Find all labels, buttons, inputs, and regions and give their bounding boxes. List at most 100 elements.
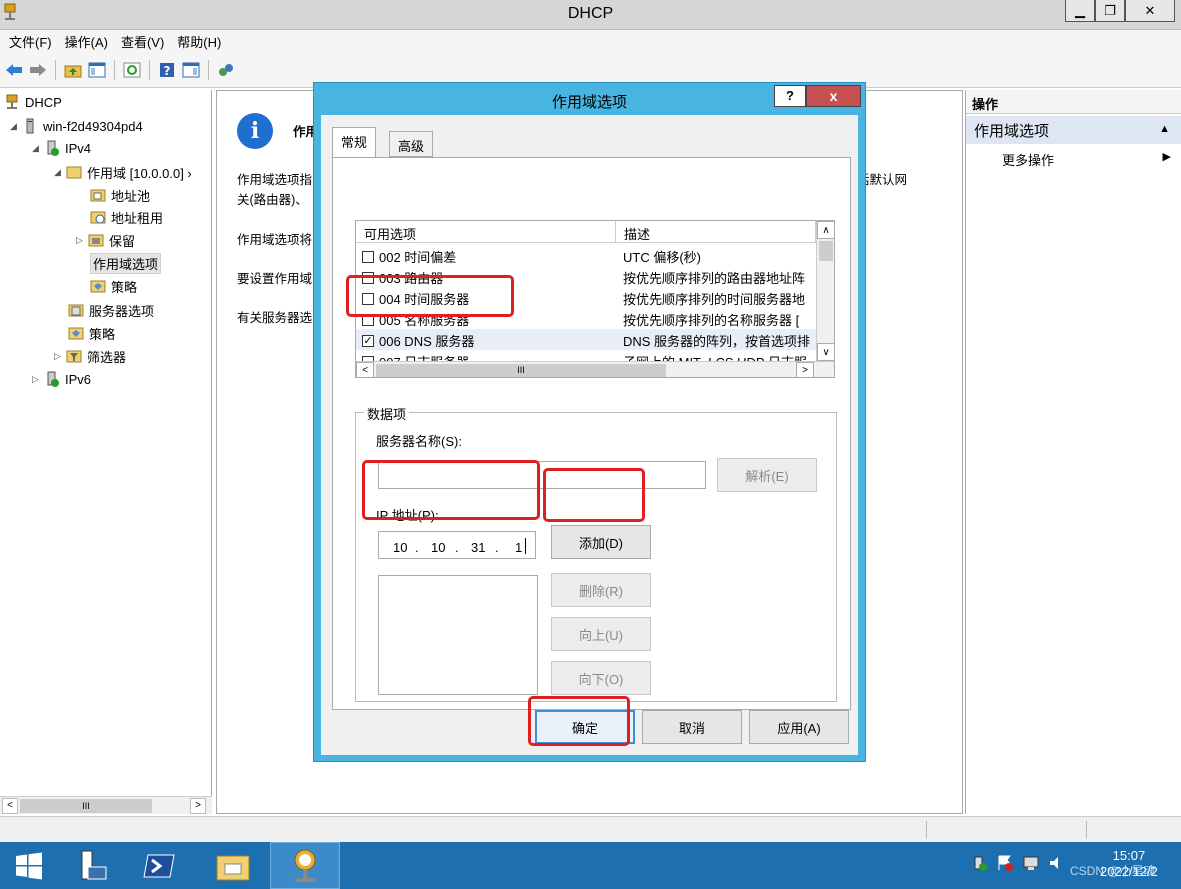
tab-general[interactable]: 常规 [332,127,377,157]
move-up-button[interactable]: 向上(U) [551,617,651,651]
window-title: DHCP [567,5,614,22]
scroll-thumb[interactable]: III [20,799,152,813]
reservation-icon [88,232,104,248]
column-header-description[interactable]: 描述 [616,221,816,243]
help-button[interactable]: ? [157,60,177,80]
menu-view[interactable]: 查看(V) [121,32,164,51]
tree-node-ipv4[interactable]: ◢ IPv4 [32,138,91,158]
column-header-available-options[interactable]: 可用选项 [356,221,616,243]
option-row[interactable]: 002 时间偏差 UTC 偏移(秒) [356,245,816,266]
tree-node-filters[interactable]: ▷ 筛选器 [54,346,126,366]
tree-node-server[interactable]: ◢ win-f2d49304pd4 [10,116,143,136]
back-button[interactable] [4,60,24,80]
option-checkbox[interactable] [362,250,374,263]
ok-button[interactable]: 确定 [535,710,635,744]
show-tree-button[interactable] [87,60,107,80]
minimize-icon: ▁ [1075,2,1085,18]
expanded-arrow-icon[interactable]: ◢ [10,121,22,132]
taskbar-powershell[interactable] [130,842,188,889]
option-row[interactable]: 004 时间服务器 按优先顺序排列的时间服务器地 [356,287,816,308]
option-checkbox[interactable] [362,313,374,326]
collapsed-arrow-icon[interactable]: ▷ [32,374,44,385]
ip-address-input[interactable]: 10 . 10 . 31 . 1 [378,531,536,559]
collapse-triangle-icon[interactable]: ▲ [1159,123,1170,135]
minimize-button[interactable]: ▁ [1065,0,1095,22]
collapsed-arrow-icon[interactable]: ▷ [54,351,66,362]
tree-label: IPv6 [65,371,92,387]
tree-node-scope[interactable]: ◢ 作用域 [10.0.0.0] › [54,162,192,182]
scroll-left-icon[interactable]: < [2,798,18,814]
ip-address-list[interactable] [378,575,538,695]
apply-button[interactable]: 应用(A) [749,710,849,744]
tray-flag-icon[interactable] [996,854,1014,872]
server-name-input[interactable] [378,461,706,489]
dialog-close-button[interactable]: x [806,85,861,107]
option-row[interactable]: 007 日志服务器 子网上的 MIT_LCS UDP 日志服 [356,350,816,361]
tree-node-reservations[interactable]: ▷ 保留 [76,230,135,250]
start-button[interactable] [0,842,58,889]
scroll-thumb[interactable] [819,241,833,261]
actions-section-scope-options[interactable]: 作用域选项 ▲ [966,116,1181,144]
tree-node-policies[interactable]: 策略 [68,323,115,343]
close-window-button[interactable]: ✕ [1125,0,1175,22]
dialog-help-button[interactable]: ? [774,85,806,107]
taskbar-dhcp[interactable] [270,842,340,889]
scroll-thumb[interactable]: III [376,364,666,377]
ip-octet-2: 10 [431,540,446,555]
tray-volume-icon[interactable] [1048,854,1066,872]
title-bar: DHCP ▁ ❐ ✕ [0,0,1181,30]
tree-node-scope-policies[interactable]: 策略 [90,276,137,296]
scroll-right-icon[interactable]: > [796,362,814,377]
option-checkbox[interactable] [362,271,374,284]
options-horizontal-scrollbar[interactable]: < III > [356,361,834,377]
resolve-button[interactable]: 解析(E) [717,458,817,492]
tree-node-ipv6[interactable]: ▷ IPv6 [32,369,91,389]
expanded-arrow-icon[interactable]: ◢ [32,143,44,154]
tray-network-icon[interactable] [970,854,988,872]
submenu-arrow-icon[interactable]: ▶ [1163,150,1171,163]
scroll-up-icon[interactable]: ∧ [817,221,834,239]
expanded-arrow-icon[interactable]: ◢ [54,167,66,178]
tree-node-address-pool[interactable]: 地址池 [90,185,150,205]
general-tab-panel: 可用选项 描述 002 时间偏差 UTC 偏移(秒) 003 路由器 按优先顺序… [332,157,851,710]
option-row[interactable]: 003 路由器 按优先顺序排列的路由器地址阵 [356,266,816,287]
option-row-selected[interactable]: ✓ 006 DNS 服务器 DNS 服务器的阵列，按首选项排 [356,329,816,350]
dhcp-action-button[interactable] [216,60,236,80]
options-vertical-scrollbar[interactable]: ∧ ∨ [816,221,834,361]
option-checkbox-checked[interactable]: ✓ [362,334,374,347]
tree-node-address-leases[interactable]: 地址租用 [90,207,163,227]
taskbar-file-explorer[interactable] [204,842,262,889]
move-down-button[interactable]: 向下(O) [551,661,651,695]
more-actions-item[interactable]: 更多操作 [1002,150,1054,169]
add-button[interactable]: 添加(D) [551,525,651,559]
scroll-left-icon[interactable]: < [356,362,374,377]
back-arrow-icon [6,63,22,76]
tree-node-dhcp[interactable]: DHCP [4,92,62,112]
menu-file[interactable]: 文件(F) [9,32,52,51]
up-folder-button[interactable] [63,60,83,80]
remove-button[interactable]: 删除(R) [551,573,651,607]
tray-monitor-icon[interactable] [1022,854,1040,872]
dhcp-icon [4,94,20,110]
option-row[interactable]: 005 名称服务器 按优先顺序排列的名称服务器 [ [356,308,816,329]
taskbar-server-manager[interactable] [62,842,120,889]
tree-node-server-options[interactable]: 服务器选项 [68,300,154,320]
collapsed-arrow-icon[interactable]: ▷ [76,235,88,246]
menu-help[interactable]: 帮助(H) [177,32,221,51]
maximize-button[interactable]: ❐ [1095,0,1125,22]
tree-horizontal-scrollbar[interactable]: < III > [0,796,212,814]
show-action-pane-button[interactable] [181,60,201,80]
available-options-list[interactable]: 可用选项 描述 002 时间偏差 UTC 偏移(秒) 003 路由器 按优先顺序… [355,220,835,378]
option-checkbox[interactable] [362,292,374,305]
menu-action[interactable]: 操作(A) [65,32,108,51]
scroll-right-icon[interactable]: > [190,798,206,814]
tab-advanced[interactable]: 高级 [389,131,434,157]
cancel-button[interactable]: 取消 [642,710,742,744]
refresh-button[interactable] [122,60,142,80]
tree-node-scope-options[interactable]: 作用域选项 [90,252,162,274]
menu-bar: 文件(F) 操作(A) 查看(V) 帮助(H) [0,30,1181,52]
forward-button[interactable] [28,60,48,80]
option-name: 004 时间服务器 [379,292,470,307]
server-name-label: 服务器名称(S): [376,434,462,449]
scroll-down-icon[interactable]: ∨ [817,343,834,361]
